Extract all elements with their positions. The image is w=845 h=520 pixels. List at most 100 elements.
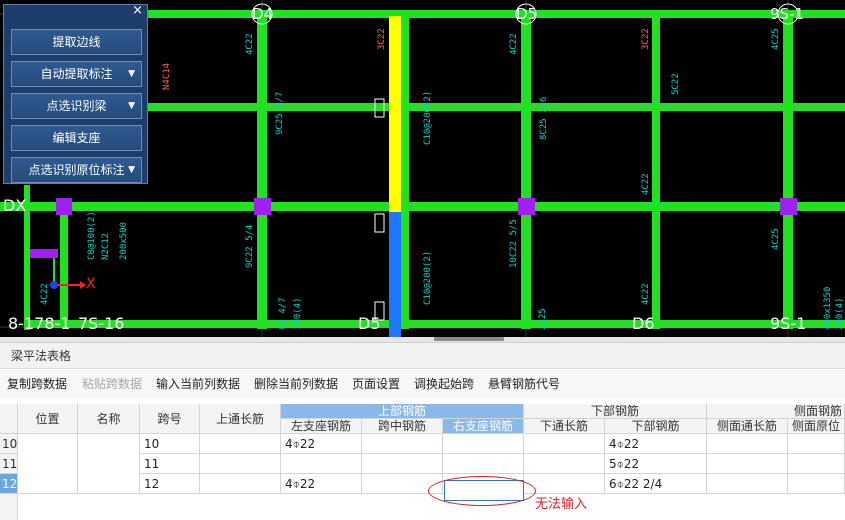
extract-edge-label: 提取边线 xyxy=(52,35,101,49)
axis-bubble-d5: D5 xyxy=(516,5,538,23)
cad-canvas[interactable]: 4C22 9C25 4/7 4C22 8C25 2/6 5C22 4C22 4C… xyxy=(0,0,845,337)
top-long-cell[interactable] xyxy=(200,434,281,454)
svg-text:N2C12: N2C12 xyxy=(101,233,111,260)
coord-axis-x-label: X xyxy=(86,276,96,292)
svg-text:4C25: 4C25 xyxy=(771,28,781,50)
svg-text:3C22: 3C22 xyxy=(641,28,651,50)
top-mid-cell[interactable] xyxy=(362,454,443,474)
bottom-long-cell[interactable] xyxy=(524,474,605,494)
row-number xyxy=(0,494,18,520)
svg-text:8C25 2/6: 8C25 2/6 xyxy=(539,97,549,140)
span-cell[interactable]: 12 xyxy=(140,474,200,494)
svg-text:3C22: 3C22 xyxy=(377,28,387,50)
bottom-bars-cell[interactable]: 6⌽22 2/4 xyxy=(605,474,707,494)
splitter-handle[interactable] xyxy=(434,337,504,341)
pick-recognize-beam-button[interactable]: 点选识别梁 ▼ xyxy=(11,93,142,119)
auto-extract-annotation-label: 自动提取标注 xyxy=(40,67,113,81)
row-number-selected[interactable]: 12 xyxy=(0,474,18,494)
pick-recognize-original-annotation-button[interactable]: 点选识别原位标注 ▼ xyxy=(11,157,142,183)
svg-text:C8@100(2): C8@100(2) xyxy=(87,211,97,260)
svg-text:9C25 4/7: 9C25 4/7 xyxy=(275,92,285,135)
top-long-cell[interactable] xyxy=(200,454,281,474)
page-setup-button[interactable]: 页面设置 xyxy=(352,370,400,399)
svg-text:4C22: 4C22 xyxy=(641,283,651,305)
svg-text:4C22: 4C22 xyxy=(509,33,519,55)
svg-text:C10@200(2): C10@200(2) xyxy=(423,91,433,145)
grid-label-bottom-4: D6 xyxy=(632,314,655,333)
svg-text:4C22: 4C22 xyxy=(641,173,651,195)
caret-down-icon[interactable]: ▼ xyxy=(128,158,135,182)
pick-recognize-beam-label: 点选识别梁 xyxy=(46,99,107,113)
caret-down-icon[interactable]: ▼ xyxy=(128,62,135,86)
grid-label-bottom-2: 7S-16 xyxy=(78,314,125,333)
extract-edge-button[interactable]: 提取边线 xyxy=(11,29,142,55)
delete-column-data-button[interactable]: 删除当前列数据 xyxy=(254,370,338,399)
side-long-cell[interactable] xyxy=(707,474,788,494)
bottom-long-cell[interactable] xyxy=(524,454,605,474)
svg-text:9C22 5/4: 9C22 5/4 xyxy=(245,225,255,268)
grid-label-bottom-3: D5 xyxy=(358,314,381,333)
header-side-long: 侧面通长筋 xyxy=(707,419,788,434)
corner-cell xyxy=(0,404,18,434)
copy-span-data-button[interactable]: 复制跨数据 xyxy=(7,370,67,399)
grid-label-bottom-5: 9S-1 xyxy=(770,314,807,333)
top-mid-cell[interactable] xyxy=(362,474,443,494)
beam-flat-table-panel: 梁平法表格 复制跨数据 粘贴跨数据 输入当前列数据 删除当前列数据 页面设置 调… xyxy=(0,343,845,520)
edit-support-button[interactable]: 编辑支座 xyxy=(11,125,142,151)
side-orig-cell[interactable] xyxy=(788,434,845,454)
bottom-bars-cell[interactable]: 5⌽22 xyxy=(605,454,707,474)
top-right-cell[interactable] xyxy=(443,454,524,474)
close-icon[interactable]: × xyxy=(132,4,143,18)
svg-text:100(4): 100(4) xyxy=(293,297,303,330)
top-left-cell[interactable]: 4⌽22 xyxy=(281,434,362,454)
header-top-left: 左支座钢筋 xyxy=(281,419,362,434)
header-bottom-bars: 下部钢筋 xyxy=(605,419,707,434)
axis-bubble-d4: D4 xyxy=(252,5,274,23)
annotation-text: 无法输入 xyxy=(535,497,588,512)
svg-text:400x1350: 400x1350 xyxy=(823,287,833,330)
side-long-cell[interactable] xyxy=(707,434,788,454)
top-right-cell[interactable] xyxy=(443,434,524,454)
span-cell[interactable]: 11 xyxy=(140,454,200,474)
caret-down-icon[interactable]: ▼ xyxy=(128,94,135,118)
top-mid-cell[interactable] xyxy=(362,434,443,454)
row-number[interactable]: 11 xyxy=(0,454,18,474)
input-column-data-button[interactable]: 输入当前列数据 xyxy=(156,370,240,399)
cantilever-bar-code-button[interactable]: 悬臂钢筋代号 xyxy=(488,370,560,399)
swap-start-span-button[interactable]: 调换起始跨 xyxy=(414,370,474,399)
header-position: 位置 xyxy=(18,404,78,434)
bottom-long-cell[interactable] xyxy=(524,434,605,454)
header-top-right[interactable]: 右支座钢筋 xyxy=(443,419,524,434)
svg-text:200x500: 200x500 xyxy=(119,222,129,260)
header-side-group: 侧面钢筋 xyxy=(707,404,845,419)
axis-bubble-9s1: 9S-1 xyxy=(770,5,805,23)
grid-label-left: DX xyxy=(3,196,27,215)
bottom-bars-cell[interactable]: 4⌽22 xyxy=(605,434,707,454)
top-right-edit-input[interactable] xyxy=(444,480,524,501)
side-orig-cell[interactable] xyxy=(788,454,845,474)
top-left-cell[interactable] xyxy=(281,454,362,474)
svg-text:200(4): 200(4) xyxy=(835,297,845,330)
svg-text:N4C14: N4C14 xyxy=(162,63,172,90)
row-number[interactable]: 10 xyxy=(0,434,18,454)
edit-support-label: 编辑支座 xyxy=(52,131,101,145)
auto-extract-annotation-button[interactable]: 自动提取标注 ▼ xyxy=(11,61,142,87)
side-orig-cell[interactable] xyxy=(788,474,845,494)
position-cell[interactable] xyxy=(18,434,78,494)
side-long-cell[interactable] xyxy=(707,454,788,474)
svg-text:4C22: 4C22 xyxy=(245,33,255,55)
header-name: 名称 xyxy=(78,404,140,434)
header-top-long: 上通长筋 xyxy=(200,404,281,434)
header-top-group: 上部钢筋 xyxy=(281,404,524,419)
name-cell[interactable] xyxy=(78,434,140,494)
top-left-cell[interactable]: 4⌽22 xyxy=(281,474,362,494)
paste-span-data-button[interactable]: 粘贴跨数据 xyxy=(82,370,142,399)
panel-title: 梁平法表格 xyxy=(0,343,845,369)
header-bottom-long: 下通长筋 xyxy=(524,419,605,434)
top-long-cell[interactable] xyxy=(200,474,281,494)
svg-text:C10@200(2): C10@200(2) xyxy=(423,251,433,305)
table-toolbar: 复制跨数据 粘贴跨数据 输入当前列数据 删除当前列数据 页面设置 调换起始跨 悬… xyxy=(0,370,845,399)
span-cell[interactable]: 10 xyxy=(140,434,200,454)
pick-recognize-original-annotation-label: 点选识别原位标注 xyxy=(28,163,125,177)
svg-text:10C22 5/5: 10C22 5/5 xyxy=(509,219,519,268)
